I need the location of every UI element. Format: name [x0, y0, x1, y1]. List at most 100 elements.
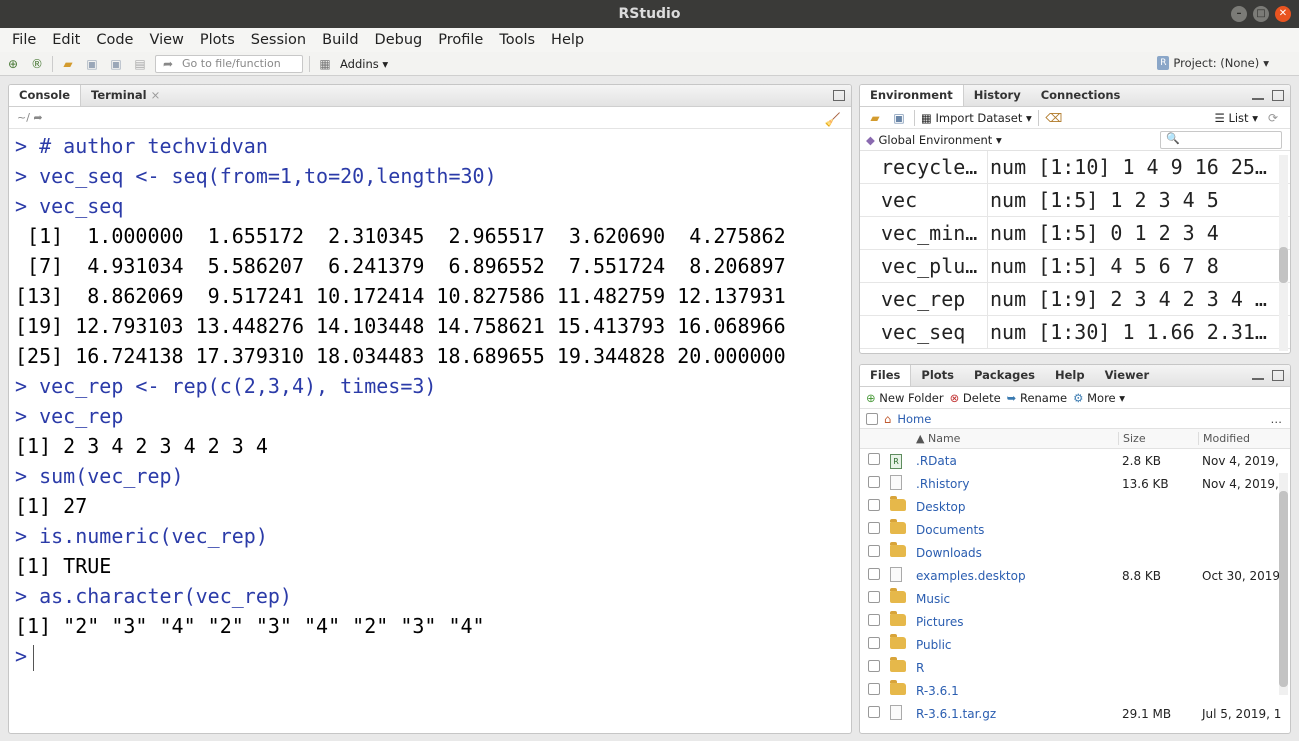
save-all-icon[interactable]: ▣	[107, 55, 125, 73]
project-menu[interactable]: R Project: (None) ▾	[1157, 56, 1269, 70]
file-name-link[interactable]: Desktop	[916, 500, 1118, 514]
files-scrollbar[interactable]	[1279, 473, 1288, 695]
file-row[interactable]: .Rhistory 13.6 KB Nov 4, 2019, 6	[860, 472, 1290, 495]
addins-dropdown[interactable]: Addins ▾	[340, 57, 388, 71]
file-name-link[interactable]: .RData	[916, 454, 1118, 468]
menu-tools[interactable]: Tools	[491, 32, 543, 48]
tab-connections[interactable]: Connections	[1031, 85, 1131, 106]
delete-button[interactable]: ⊗ Delete	[950, 391, 1001, 405]
file-name-link[interactable]: Public	[916, 638, 1118, 652]
maximize-pane-icon[interactable]	[1272, 90, 1284, 101]
broom-icon[interactable]: ⌫	[1045, 109, 1063, 127]
file-row[interactable]: Desktop	[860, 495, 1290, 518]
tab-viewer[interactable]: Viewer	[1095, 365, 1160, 386]
new-folder-button[interactable]: ⊕ New Folder	[866, 391, 944, 405]
close-tab-icon[interactable]: ×	[151, 88, 161, 102]
save-workspace-icon[interactable]: ▣	[890, 109, 908, 127]
environment-row[interactable]: vec_plu… num [1:5] 4 5 6 7 8	[860, 250, 1290, 283]
file-checkbox[interactable]	[868, 706, 880, 718]
file-checkbox[interactable]	[868, 591, 880, 603]
file-row[interactable]: examples.desktop 8.8 KB Oct 30, 2019, 1	[860, 564, 1290, 587]
goto-file-input[interactable]: ➦ Go to file/function	[155, 54, 303, 73]
select-all-checkbox[interactable]	[866, 412, 878, 425]
file-name-link[interactable]: .Rhistory	[916, 477, 1118, 491]
file-checkbox[interactable]	[868, 545, 880, 557]
file-row[interactable]: R-3.6.1.tar.gz 29.1 MB Jul 5, 2019, 12	[860, 702, 1290, 725]
restore-pane-icon[interactable]	[833, 90, 845, 101]
menu-view[interactable]: View	[141, 32, 191, 48]
tab-history[interactable]: History	[964, 85, 1031, 106]
minimize-window-button[interactable]: –	[1231, 6, 1247, 22]
new-project-icon[interactable]: ®	[28, 55, 46, 73]
view-mode-dropdown[interactable]: ☰ List ▾	[1214, 111, 1258, 125]
tab-console[interactable]: Console	[9, 85, 82, 106]
console-output[interactable]: > # author techvidvan > vec_seq <- seq(fr…	[9, 129, 851, 671]
scope-dropdown[interactable]: ◆ Global Environment ▾	[866, 133, 1002, 147]
console-prompt[interactable]: >	[15, 641, 851, 671]
browse-more-button[interactable]: …	[1271, 412, 1283, 426]
file-row[interactable]: Downloads	[860, 541, 1290, 564]
environment-scrollbar[interactable]	[1279, 155, 1288, 351]
print-icon[interactable]: ▤	[131, 55, 149, 73]
environment-row[interactable]: vec_seq num [1:30] 1 1.66 2.31…	[860, 316, 1290, 349]
save-icon[interactable]: ▣	[83, 55, 101, 73]
file-checkbox[interactable]	[868, 476, 880, 488]
menu-session[interactable]: Session	[243, 32, 314, 48]
environment-row[interactable]: vec_rep num [1:9] 2 3 4 2 3 4 …	[860, 283, 1290, 316]
menu-edit[interactable]: Edit	[44, 32, 88, 48]
menu-profile[interactable]: Profile	[430, 32, 491, 48]
load-workspace-icon[interactable]: ▰	[866, 109, 884, 127]
open-file-icon[interactable]: ▰	[59, 55, 77, 73]
file-name-link[interactable]: examples.desktop	[916, 569, 1118, 583]
minimize-pane-icon[interactable]	[1252, 376, 1264, 380]
environment-row[interactable]: vec_min… num [1:5] 0 1 2 3 4	[860, 217, 1290, 250]
pane-layout-icon[interactable]: ▦	[316, 55, 334, 73]
minimize-pane-icon[interactable]	[1252, 96, 1264, 100]
file-row[interactable]: R-3.6.1	[860, 679, 1290, 702]
file-name-link[interactable]: R	[916, 661, 1118, 675]
file-checkbox[interactable]	[868, 453, 880, 465]
file-row[interactable]: Public	[860, 633, 1290, 656]
menu-plots[interactable]: Plots	[192, 32, 243, 48]
more-dropdown[interactable]: ⚙ More ▾	[1073, 391, 1125, 405]
file-name-link[interactable]: R-3.6.1	[916, 684, 1118, 698]
file-name-link[interactable]: Pictures	[916, 615, 1118, 629]
close-window-button[interactable]: ✕	[1275, 6, 1291, 22]
menu-help[interactable]: Help	[543, 32, 592, 48]
maximize-window-button[interactable]: □	[1253, 6, 1269, 22]
file-row[interactable]: Music	[860, 587, 1290, 610]
new-file-icon[interactable]: ⊕	[4, 55, 22, 73]
tab-packages[interactable]: Packages	[964, 365, 1045, 386]
environment-row[interactable]: recycle… num [1:10] 1 4 9 16 25…	[860, 151, 1290, 184]
tab-terminal[interactable]: Terminal ×	[81, 85, 170, 106]
column-name-header[interactable]: ▲ Name	[916, 432, 1118, 445]
file-name-link[interactable]: Documents	[916, 523, 1118, 537]
file-row[interactable]: R	[860, 656, 1290, 679]
file-name-link[interactable]: Downloads	[916, 546, 1118, 560]
menu-file[interactable]: File	[4, 32, 44, 48]
refresh-icon[interactable]: ⟳	[1264, 109, 1282, 127]
tab-environment[interactable]: Environment	[860, 85, 964, 106]
menu-debug[interactable]: Debug	[367, 32, 431, 48]
file-checkbox[interactable]	[868, 660, 880, 672]
file-row[interactable]: Pictures	[860, 610, 1290, 633]
menu-code[interactable]: Code	[88, 32, 141, 48]
import-dataset-button[interactable]: ▦ Import Dataset ▾	[921, 111, 1032, 125]
file-row[interactable]: R .RData 2.8 KB Nov 4, 2019, 6	[860, 449, 1290, 472]
file-row[interactable]: Documents	[860, 518, 1290, 541]
file-checkbox[interactable]	[868, 637, 880, 649]
file-checkbox[interactable]	[868, 683, 880, 695]
tab-plots[interactable]: Plots	[911, 365, 964, 386]
column-modified-header[interactable]: Modified	[1198, 432, 1282, 445]
file-checkbox[interactable]	[868, 614, 880, 626]
file-checkbox[interactable]	[868, 522, 880, 534]
file-name-link[interactable]: R-3.6.1.tar.gz	[916, 707, 1118, 721]
environment-row[interactable]: vec num [1:5] 1 2 3 4 5	[860, 184, 1290, 217]
file-checkbox[interactable]	[868, 499, 880, 511]
menu-build[interactable]: Build	[314, 32, 366, 48]
breadcrumb-home-link[interactable]: Home	[897, 412, 931, 426]
rename-button[interactable]: ➥ Rename	[1007, 391, 1067, 405]
clear-console-icon[interactable]: 🧹	[825, 110, 841, 132]
maximize-pane-icon[interactable]	[1272, 370, 1284, 381]
file-name-link[interactable]: Music	[916, 592, 1118, 606]
